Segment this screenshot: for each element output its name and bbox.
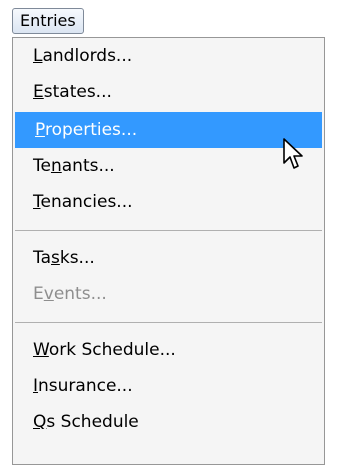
menu-separator (15, 230, 322, 231)
menu-item-tenants-accelerator: n (50, 156, 62, 176)
menu-item-qs-schedule-accelerator: Q (33, 412, 47, 432)
menu-item-work-schedule[interactable]: Work Schedule... (13, 332, 324, 368)
menu-item-insurance[interactable]: Insurance... (13, 368, 324, 404)
entries-menu-label: Entries (20, 11, 76, 30)
menu-item-qs-schedule[interactable]: Qs Schedule (13, 404, 324, 440)
menu-item-tasks-text-pre: Ta (33, 248, 51, 268)
menu-item-tenancies-text-post: enancies... (40, 192, 133, 212)
menu-item-landlords-text-post: andlords... (42, 46, 133, 66)
menu-item-tenants[interactable]: Tenants... (13, 148, 324, 184)
menu-item-tenants-text-pre: Te (33, 156, 51, 176)
menu-item-estates[interactable]: Estates... (13, 74, 324, 110)
menu-item-tasks-text-post: ks... (59, 248, 95, 268)
menu-item-events: Events... (13, 276, 324, 312)
menu-item-insurance-text-post: nsurance... (38, 376, 133, 396)
menu-item-qs-schedule-text-post: s Schedule (46, 412, 139, 432)
menu-separator (15, 322, 322, 323)
menu-item-landlords[interactable]: Landlords... (13, 38, 324, 74)
entries-dropdown-menu: Landlords... Estates... Properties... Te… (12, 37, 325, 465)
screenshot-stage: Entries Landlords... Estates... Properti… (0, 0, 341, 465)
menu-item-events-text-pre: E (33, 284, 44, 304)
menu-item-tenants-text-post: ants... (61, 156, 115, 176)
menu-item-work-schedule-text-post: ork Schedule... (48, 340, 176, 360)
menu-item-properties-accelerator: P (35, 120, 45, 140)
menu-item-properties[interactable]: Properties... (15, 112, 322, 148)
menu-item-tasks-accelerator: s (51, 248, 60, 268)
menu-item-estates-accelerator: E (33, 82, 44, 102)
menu-item-estates-text-post: states... (43, 82, 112, 102)
menu-item-tasks[interactable]: Tasks... (13, 240, 324, 276)
menu-item-tenancies-accelerator: T (33, 192, 41, 212)
menu-item-tenancies[interactable]: Tenancies... (13, 184, 324, 220)
entries-menu-button[interactable]: Entries (12, 8, 84, 34)
menu-item-events-accelerator: v (43, 284, 54, 304)
menu-item-events-text-post: ents... (53, 284, 107, 304)
menu-item-work-schedule-accelerator: W (33, 340, 49, 360)
menu-item-properties-text-post: roperties... (44, 120, 138, 140)
mouse-pointer-icon (283, 138, 303, 169)
